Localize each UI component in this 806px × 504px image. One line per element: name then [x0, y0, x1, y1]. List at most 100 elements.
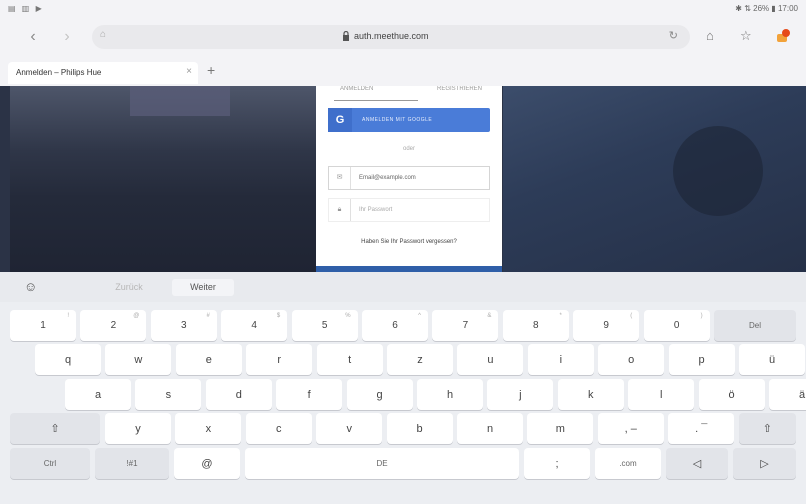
cursor-right-key-label: ▷: [760, 458, 769, 470]
key-j[interactable]: j: [487, 379, 554, 410]
onscreen-keyboard: ☺ Zurück Weiter 1! 2 @3 #4 $5% 6 ^ 7 & 8 * 9(0) Del q…: [0, 272, 806, 504]
web-content: ANMELDEN REGISTRIEREN G ANMELDEN MIT GOO…: [0, 86, 806, 272]
key-8[interactable]: 8 *: [502, 310, 569, 341]
browser-toolbar: ‹ › ⌂ auth.meethue.com ↻ ⌂ ☆: [0, 18, 806, 58]
key-b[interactable]: b: [386, 413, 453, 444]
shift-left-key[interactable]: ⇧: [10, 413, 100, 444]
key-j-label: j: [519, 388, 522, 401]
cursor-left-key[interactable]: ◁: [666, 448, 728, 479]
key-e[interactable]: e: [175, 344, 242, 375]
dotcom-key[interactable]: .com: [595, 448, 661, 479]
key-n[interactable]: n: [457, 413, 523, 444]
key-4-label: 4: [251, 320, 257, 331]
reload-icon[interactable]: ↻: [669, 29, 678, 42]
at-key[interactable]: @: [174, 448, 240, 479]
google-icon: G: [328, 108, 352, 132]
google-signin-button[interactable]: G ANMELDEN MIT GOOGLE: [328, 108, 490, 132]
forward-button[interactable]: ›: [56, 26, 78, 48]
symbols-key[interactable]: !#1: [95, 448, 169, 479]
back-button[interactable]: ‹: [22, 26, 44, 48]
ctrl-key[interactable]: Ctrl: [10, 448, 90, 479]
key-i[interactable]: i: [527, 344, 594, 375]
key-h[interactable]: h: [417, 379, 483, 410]
key-m[interactable]: m: [527, 413, 594, 444]
semicolon-key-label: ;: [555, 457, 559, 470]
key-8-secondary: *: [559, 313, 562, 319]
key-1[interactable]: 1!: [10, 310, 76, 341]
comma-key[interactable]: , –: [597, 413, 664, 444]
shift-right-key[interactable]: ⇧: [738, 413, 796, 444]
status-system-info: ✱ ⇅ 26% ▮ 17:00: [735, 4, 798, 13]
key-t[interactable]: t: [316, 344, 383, 375]
key-k-label: k: [588, 388, 594, 401]
key-2[interactable]: 2 @: [80, 310, 147, 341]
key-m-label: m: [555, 422, 565, 435]
home-button-icon[interactable]: ⌂: [706, 28, 714, 43]
new-tab-button[interactable]: +: [207, 62, 215, 78]
space-key[interactable]: DE: [245, 448, 519, 479]
key-l[interactable]: l: [628, 379, 695, 410]
key-6[interactable]: 6 ^: [362, 310, 428, 341]
key-x[interactable]: x: [175, 413, 242, 444]
key-y[interactable]: y: [105, 413, 171, 444]
lock-icon: [343, 31, 349, 41]
key-7[interactable]: 7 &: [432, 310, 499, 341]
key-x-label: x: [205, 422, 212, 435]
key-k[interactable]: k: [557, 379, 624, 410]
key-w[interactable]: w: [105, 344, 172, 375]
key-u[interactable]: u: [457, 344, 524, 375]
address-bar[interactable]: ⌂ auth.meethue.com ↻: [92, 25, 690, 49]
key-s[interactable]: s: [135, 379, 202, 410]
bookmark-star-icon[interactable]: ☆: [740, 28, 752, 44]
next-field-button[interactable]: Weiter: [172, 279, 234, 296]
key-o[interactable]: o: [598, 344, 665, 375]
key-n-label: n: [486, 422, 494, 435]
key-7-label: 7: [462, 320, 469, 331]
email-field[interactable]: ✉ Email@example.com: [328, 166, 490, 190]
cursor-left-key-label: ◁: [692, 458, 702, 470]
key-v-label: v: [346, 422, 352, 435]
key-ü[interactable]: ü: [739, 344, 805, 375]
key-z[interactable]: z: [387, 344, 453, 375]
key-p[interactable]: p: [668, 344, 735, 375]
key-ä[interactable]: ä: [769, 379, 806, 410]
extension-icon[interactable]: [775, 28, 791, 44]
tab-close-icon[interactable]: ×: [186, 66, 192, 77]
key-g[interactable]: g: [346, 379, 413, 410]
key-v[interactable]: v: [316, 413, 383, 444]
key-g-label: g: [376, 388, 383, 401]
key-2-label: 2: [110, 320, 117, 331]
key-d[interactable]: d: [205, 379, 272, 410]
key-r[interactable]: r: [246, 344, 313, 375]
key-q[interactable]: q: [35, 344, 101, 375]
tab-philips-hue[interactable]: Anmelden – Philips Hue ×: [8, 62, 198, 84]
google-signin-label: ANMELDEN MIT GOOGLE: [362, 117, 433, 123]
key-0[interactable]: 0): [643, 310, 710, 341]
key-f[interactable]: f: [276, 379, 343, 410]
key-5-secondary: %: [345, 313, 351, 319]
key-f-label: f: [307, 388, 311, 401]
tab-register[interactable]: REGISTRIEREN: [437, 86, 482, 92]
forgot-password-link[interactable]: Haben Sie Ihr Passwort vergessen?: [316, 239, 502, 245]
period-key[interactable]: . ¯: [668, 413, 735, 444]
delete-key[interactable]: Del: [714, 310, 796, 341]
emoji-icon[interactable]: ☺: [24, 279, 37, 294]
key-3-secondary: #: [206, 313, 210, 319]
key-6-secondary: ^: [418, 313, 421, 319]
key-a[interactable]: a: [65, 379, 131, 410]
key-c[interactable]: c: [245, 413, 312, 444]
cursor-right-key[interactable]: ▷: [733, 448, 796, 479]
password-field[interactable]: 🔒︎ Ihr Passwort: [328, 198, 490, 222]
key-3[interactable]: 3 #: [150, 310, 217, 341]
key-4[interactable]: 4 $: [221, 310, 288, 341]
tab-signin[interactable]: ANMELDEN: [340, 86, 373, 92]
key-e-label: e: [205, 353, 212, 366]
key-9[interactable]: 9(: [573, 310, 640, 341]
key-w-label: w: [134, 353, 143, 366]
key-o-label: o: [628, 353, 635, 366]
key-ö[interactable]: ö: [698, 379, 765, 410]
status-bar: ▤ ▥ ▶ ✱ ⇅ 26% ▮ 17:00: [0, 0, 806, 18]
semicolon-key[interactable]: ;: [524, 448, 590, 479]
previous-field-button[interactable]: Zurück: [98, 279, 160, 296]
key-5[interactable]: 5%: [291, 310, 358, 341]
